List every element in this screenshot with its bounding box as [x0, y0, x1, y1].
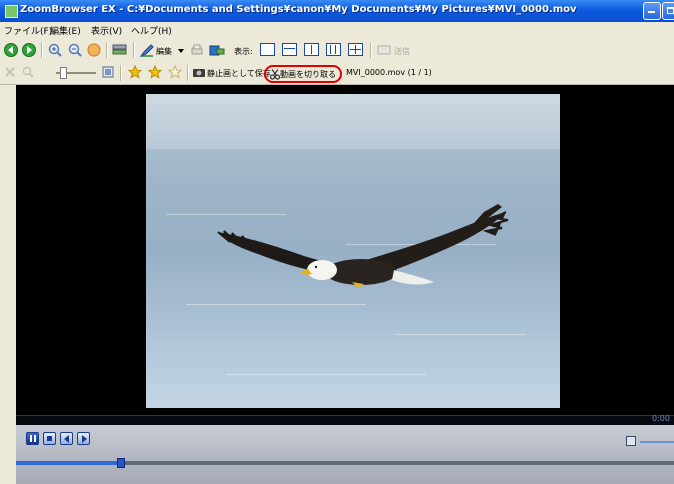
menu-bar: ファイル(F) 編集(E) 表示(V) ヘルプ(H): [0, 22, 674, 38]
view-split-button[interactable]: [304, 43, 319, 56]
menu-edit[interactable]: 編集(E): [50, 24, 81, 37]
edit-label[interactable]: 編集: [156, 46, 172, 57]
layers-icon[interactable]: [112, 43, 128, 57]
star-icon[interactable]: [128, 65, 142, 79]
back-icon[interactable]: [4, 43, 18, 57]
pause-button[interactable]: [26, 432, 39, 445]
toolbar-separator: [187, 65, 189, 81]
fullscreen-icon[interactable]: [102, 66, 114, 78]
seek-handle[interactable]: [117, 458, 126, 468]
main-toolbar: 編集 表示: 送信: [0, 38, 674, 62]
minimize-button[interactable]: [643, 2, 661, 20]
view-single-button[interactable]: [260, 43, 275, 56]
send-label: 送信: [394, 47, 410, 56]
app-window: ZoomBrowser EX - C:¥Documents and Settin…: [0, 0, 674, 484]
pause-icon: [30, 435, 32, 442]
star-outline-icon[interactable]: [168, 65, 182, 79]
elapsed-time: 0:00: [652, 414, 670, 423]
menu-file[interactable]: ファイル(F): [4, 24, 52, 37]
maximize-icon: [667, 7, 674, 14]
seek-progress: [16, 461, 122, 465]
volume-icon[interactable]: [626, 436, 636, 446]
chevron-down-icon[interactable]: [178, 49, 184, 53]
view-grid-button[interactable]: [348, 43, 363, 56]
camera-icon[interactable]: [193, 67, 205, 77]
playback-controls: [16, 425, 674, 484]
title-bar: ZoomBrowser EX - C:¥Documents and Settin…: [0, 0, 674, 22]
volume-slider[interactable]: [640, 441, 674, 443]
eagle-image: [217, 204, 509, 288]
rotate-icon[interactable]: [87, 43, 101, 57]
star-icon[interactable]: [148, 65, 162, 79]
view-list-button[interactable]: [282, 43, 297, 56]
send-icon: [377, 45, 391, 55]
edit-icon[interactable]: [140, 43, 154, 57]
previous-frame-button[interactable]: [60, 432, 73, 445]
maximize-button[interactable]: [662, 2, 674, 20]
previous-frame-icon: [64, 435, 69, 443]
stop-button[interactable]: [43, 432, 56, 445]
cut-movie-button[interactable]: 動画を切り取る: [264, 65, 342, 83]
scissors-icon: [270, 69, 280, 80]
movie-viewer[interactable]: [16, 85, 674, 415]
cut-movie-label: 動画を切り取る: [280, 70, 336, 79]
next-frame-button[interactable]: [77, 432, 90, 445]
seek-bar[interactable]: [16, 458, 674, 468]
view-thumbnail-button[interactable]: [326, 43, 341, 56]
zoom-fit-icon: [22, 66, 34, 78]
menu-help[interactable]: ヘルプ(H): [131, 24, 172, 37]
app-icon: [5, 5, 18, 18]
display-label: 表示:: [234, 47, 253, 56]
delete-icon: [5, 67, 15, 77]
zoom-slider-thumb[interactable]: [60, 67, 67, 79]
stop-icon: [47, 436, 52, 441]
toolbar-separator: [106, 42, 108, 58]
window-title: ZoomBrowser EX - C:¥Documents and Settin…: [20, 4, 577, 15]
minimize-icon: [648, 11, 655, 13]
toolbar-separator: [370, 42, 372, 58]
toolbar-separator: [41, 42, 43, 58]
next-frame-icon: [82, 435, 87, 443]
pause-icon-bar: [34, 435, 36, 442]
video-frame: [146, 94, 560, 408]
save-still-button[interactable]: 静止画として保存: [207, 68, 271, 79]
zoom-in-icon[interactable]: [48, 43, 62, 57]
export-icon[interactable]: [209, 43, 225, 57]
forward-icon[interactable]: [22, 43, 36, 57]
toolbar-separator: [120, 65, 122, 81]
print-icon: [191, 44, 203, 55]
file-info: MVI_0000.mov (1 / 1): [346, 68, 432, 77]
toolbar-separator: [133, 42, 135, 58]
zoom-out-icon[interactable]: [68, 43, 82, 57]
menu-view[interactable]: 表示(V): [91, 24, 122, 37]
